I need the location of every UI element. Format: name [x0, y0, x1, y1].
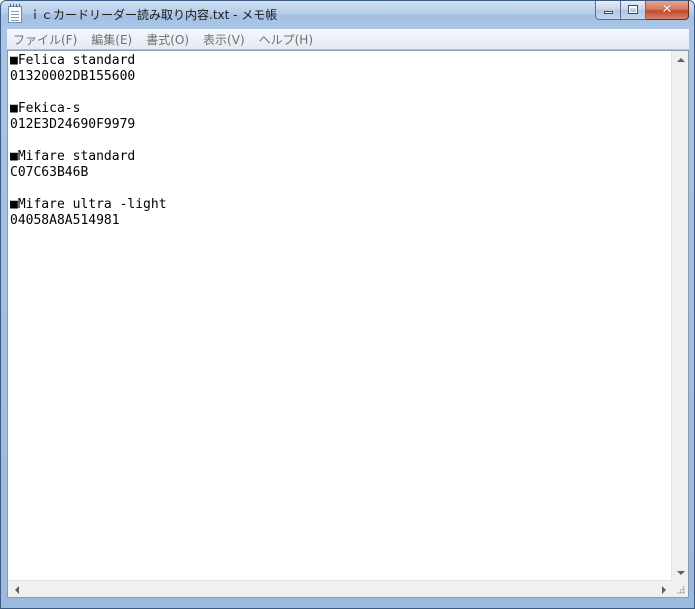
text-line — [10, 181, 672, 197]
scroll-down-button[interactable] — [672, 564, 689, 581]
text-line: 04058A8A514981 — [10, 213, 120, 228]
text-editor[interactable]: ■Felica standard 01320002DB155600 ■Fekic… — [8, 51, 672, 581]
notepad-window: ｉｃカードリーダー読み取り内容.txt - メモ帳 ✕ ファイル(F) 編集(E… — [0, 0, 695, 609]
text-line: 012E3D24690F9979 — [10, 117, 136, 132]
text-line: ■Felica standard — [10, 53, 136, 68]
client-area: ■Felica standard 01320002DB155600 ■Fekic… — [7, 50, 689, 598]
menu-bar: ファイル(F) 編集(E) 書式(O) 表示(V) ヘルプ(H) — [7, 29, 689, 49]
text-line: 01320002DB155600 — [10, 69, 136, 84]
menu-view[interactable]: 表示(V) — [196, 31, 252, 48]
title-bar[interactable]: ｉｃカードリーダー読み取り内容.txt - メモ帳 ✕ — [1, 1, 694, 28]
resize-grip-icon[interactable] — [671, 580, 688, 597]
arrow-up-icon — [676, 57, 685, 62]
menu-help[interactable]: ヘルプ(H) — [252, 31, 320, 48]
minimize-icon — [604, 11, 613, 14]
menu-file[interactable]: ファイル(F) — [7, 31, 84, 48]
maximize-button[interactable] — [621, 1, 646, 20]
minimize-button[interactable] — [595, 1, 621, 20]
caption-buttons: ✕ — [595, 1, 689, 21]
text-line — [10, 85, 672, 101]
scroll-up-button[interactable] — [672, 51, 689, 68]
arrow-right-icon — [661, 585, 666, 594]
horizontal-scrollbar[interactable] — [8, 580, 672, 597]
text-line — [10, 133, 672, 149]
text-line: ■Mifare ultra -light — [10, 197, 167, 212]
text-line: ■Mifare standard — [10, 149, 136, 164]
vertical-scrollbar[interactable] — [671, 51, 688, 581]
close-button[interactable]: ✕ — [646, 1, 689, 20]
scroll-right-button[interactable] — [655, 581, 672, 598]
arrow-down-icon — [676, 570, 685, 575]
window-title: ｉｃカードリーダー読み取り内容.txt - メモ帳 — [29, 8, 278, 22]
text-line: ■Fekica-s — [10, 101, 81, 116]
scroll-left-button[interactable] — [8, 581, 25, 598]
arrow-left-icon — [14, 585, 19, 594]
menu-edit[interactable]: 編集(E) — [84, 31, 139, 48]
notepad-icon[interactable] — [8, 4, 22, 23]
text-line: C07C63B46B — [10, 165, 89, 180]
maximize-icon — [628, 5, 638, 14]
close-icon: ✕ — [661, 2, 673, 17]
menu-format[interactable]: 書式(O) — [139, 31, 196, 48]
